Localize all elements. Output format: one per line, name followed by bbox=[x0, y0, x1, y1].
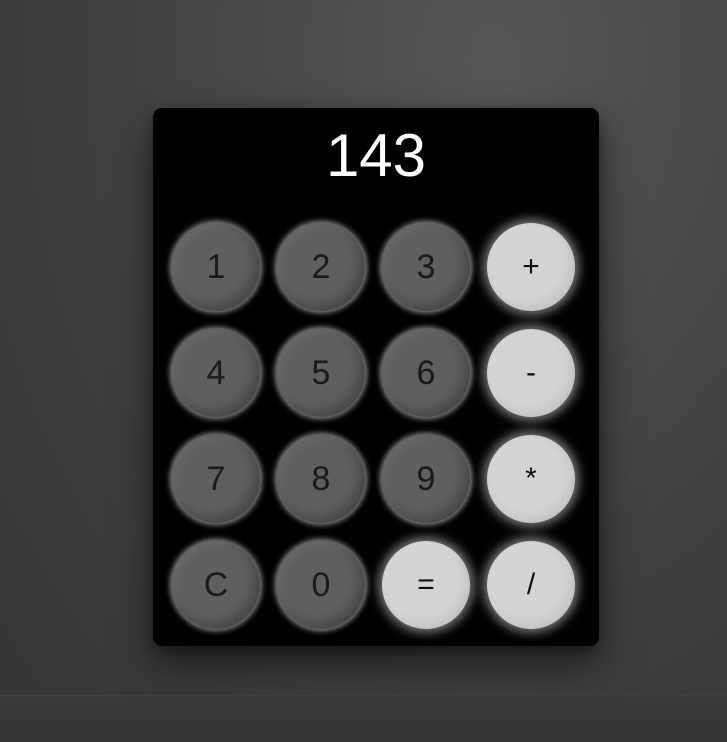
key-plus[interactable]: + bbox=[487, 223, 575, 311]
key-7[interactable]: 7 bbox=[172, 435, 260, 523]
key-divide[interactable]: / bbox=[487, 541, 575, 629]
key-0[interactable]: 0 bbox=[277, 541, 365, 629]
floor-shadow bbox=[0, 695, 727, 742]
key-minus[interactable]: - bbox=[487, 329, 575, 417]
key-6[interactable]: 6 bbox=[382, 329, 470, 417]
key-4[interactable]: 4 bbox=[172, 329, 260, 417]
key-8[interactable]: 8 bbox=[277, 435, 365, 523]
key-5[interactable]: 5 bbox=[277, 329, 365, 417]
key-equals[interactable]: = bbox=[382, 541, 470, 629]
display-value: 143 bbox=[325, 122, 427, 189]
calculator: 143 1 2 3 + 4 5 6 - 7 8 9 * C 0 = / bbox=[153, 108, 599, 646]
key-9[interactable]: 9 bbox=[382, 435, 470, 523]
key-1[interactable]: 1 bbox=[172, 223, 260, 311]
key-2[interactable]: 2 bbox=[277, 223, 365, 311]
key-multiply[interactable]: * bbox=[487, 435, 575, 523]
key-clear[interactable]: C bbox=[172, 541, 260, 629]
key-3[interactable]: 3 bbox=[382, 223, 470, 311]
